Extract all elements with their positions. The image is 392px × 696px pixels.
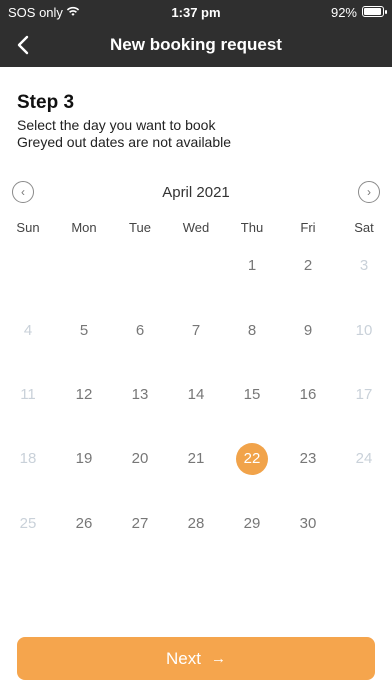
calendar-day[interactable]: 14 [180,379,212,411]
chevron-right-icon: › [367,185,371,199]
month-label: April 2021 [162,184,230,201]
weekday-label: Wed [182,220,210,235]
calendar-day[interactable]: 7 [180,315,212,347]
calendar-day[interactable]: 23 [292,443,324,475]
calendar-day[interactable]: 28 [180,508,212,540]
calendar-day: 25 [19,515,37,532]
calendar-day: 10 [355,322,373,339]
calendar-day[interactable]: 8 [236,315,268,347]
weekday-label: Thu [240,220,264,235]
calendar-day: 17 [355,386,373,403]
calendar-day[interactable]: 13 [124,379,156,411]
header: SOS only 1:37 pm 92% New booking request [0,0,392,67]
calendar-day: 24 [355,450,373,467]
step-heading: Step 3 [17,92,75,113]
step-instruction-line-2: Greyed out dates are not available [17,134,232,150]
calendar-day[interactable]: 30 [292,508,324,540]
battery-icon [362,6,387,17]
weekday-label: Sat [354,220,374,235]
calendar-day[interactable]: 26 [68,508,100,540]
nav-bar: New booking request [0,24,392,67]
calendar-day-grid: 1 2 3 4 5 6 7 8 9 10 11 12 13 14 15 16 17 18 19 20 21 22 23 24 2… [0,248,392,578]
weekday-label: Tue [129,220,151,235]
calendar-day: 4 [23,322,33,339]
calendar-day[interactable]: 19 [68,443,100,475]
next-month-button[interactable]: › [358,181,380,203]
weekday-label: Sun [16,220,40,235]
weekday-label: Mon [71,220,97,235]
next-button-label: Next [166,648,201,668]
calendar-day[interactable]: 9 [292,315,324,347]
calendar-day: 11 [20,386,36,403]
calendar-day-selected[interactable]: 22 [236,443,268,475]
calendar-day: 3 [359,257,369,274]
calendar-day[interactable]: 15 [236,379,268,411]
weekday-label: Fri [300,220,316,235]
calendar-day[interactable]: 5 [68,315,100,347]
calendar-day[interactable]: 27 [124,508,156,540]
calendar-day[interactable]: 12 [68,379,100,411]
next-button[interactable]: Next → [17,637,375,680]
page-title: New booking request [110,35,282,54]
arrow-right-icon: → [210,650,226,667]
calendar-day[interactable]: 1 [236,250,268,282]
calendar-day[interactable]: 2 [292,250,324,282]
calendar-day[interactable]: 21 [180,443,212,475]
weekday-header-row: Sun Mon Tue Wed Thu Fri Sat [0,220,392,240]
step-instructions: Step 3 Select the day you want to book G… [17,92,231,151]
calendar-day[interactable]: 29 [236,508,268,540]
calendar-day[interactable]: 20 [124,443,156,475]
battery-percent: 92% [330,5,357,20]
calendar-day[interactable]: 16 [292,379,324,411]
calendar-day[interactable]: 6 [124,315,156,347]
step-instruction-line-1: Select the day you want to book [17,117,216,133]
status-bar: SOS only 1:37 pm 92% [0,0,392,24]
calendar-day: 18 [19,450,37,467]
